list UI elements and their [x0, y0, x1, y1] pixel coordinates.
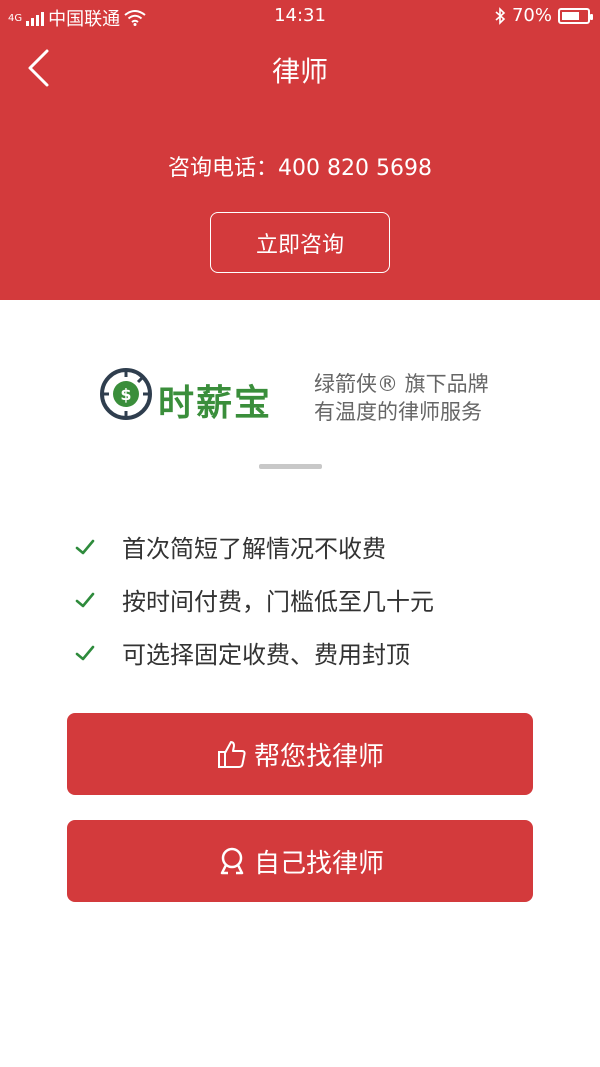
page-title: 律师: [271, 55, 328, 88]
help-find-lawyer-button[interactable]: 帮您找律师: [67, 713, 533, 795]
feature-text: 首次简短了解情况不收费: [122, 535, 386, 563]
help-find-lawyer-label: 帮您找律师: [253, 741, 384, 772]
feature-text: 可选择固定收费、费用封顶: [122, 641, 410, 669]
header: 4G 中国联通 14:31 70% 律师 咨询电话：400 820 5698 立…: [0, 0, 600, 300]
feature-item: 首次简短了解情况不收费: [70, 520, 550, 573]
clock-dollar-logo-icon: $: [100, 368, 152, 420]
bluetooth-icon: [495, 6, 506, 25]
feature-item: 可选择固定收费、费用封顶: [70, 626, 550, 679]
brand-tagline-1: 绿箭侠® 旗下品牌: [314, 372, 489, 396]
feature-list: 首次简短了解情况不收费 按时间付费，门槛低至几十元 可选择固定收费、费用封顶: [70, 520, 550, 679]
user-icon: [220, 847, 244, 875]
consult-phone: 咨询电话：400 820 5698: [168, 156, 432, 181]
battery-icon: [558, 7, 593, 24]
brand-banner: $ 时薪宝 绿箭侠® 旗下品牌 有温度的律师服务: [98, 366, 518, 424]
status-right: 70%: [494, 5, 593, 26]
feature-text: 按时间付费，门槛低至几十元: [122, 588, 434, 616]
battery-percent: 70%: [511, 5, 552, 26]
brand-tagline-2: 有温度的律师服务: [314, 400, 482, 424]
battery-fill: [562, 11, 579, 20]
thumbs-up-icon: [217, 741, 246, 768]
status-bar: 4G 中国联通 14:31 70%: [0, 0, 600, 30]
self-find-lawyer-button[interactable]: 自己找律师: [67, 820, 533, 902]
svg-text:$: $: [120, 385, 131, 404]
brand-name: 时薪宝: [158, 383, 273, 424]
check-icon: [75, 592, 95, 607]
self-find-lawyer-label: 自己找律师: [253, 848, 384, 879]
feature-item: 按时间付费，门槛低至几十元: [70, 573, 550, 626]
consult-now-button[interactable]: 立即咨询: [210, 212, 390, 273]
check-icon: [75, 645, 95, 660]
check-icon: [75, 539, 95, 554]
divider: [259, 464, 322, 469]
